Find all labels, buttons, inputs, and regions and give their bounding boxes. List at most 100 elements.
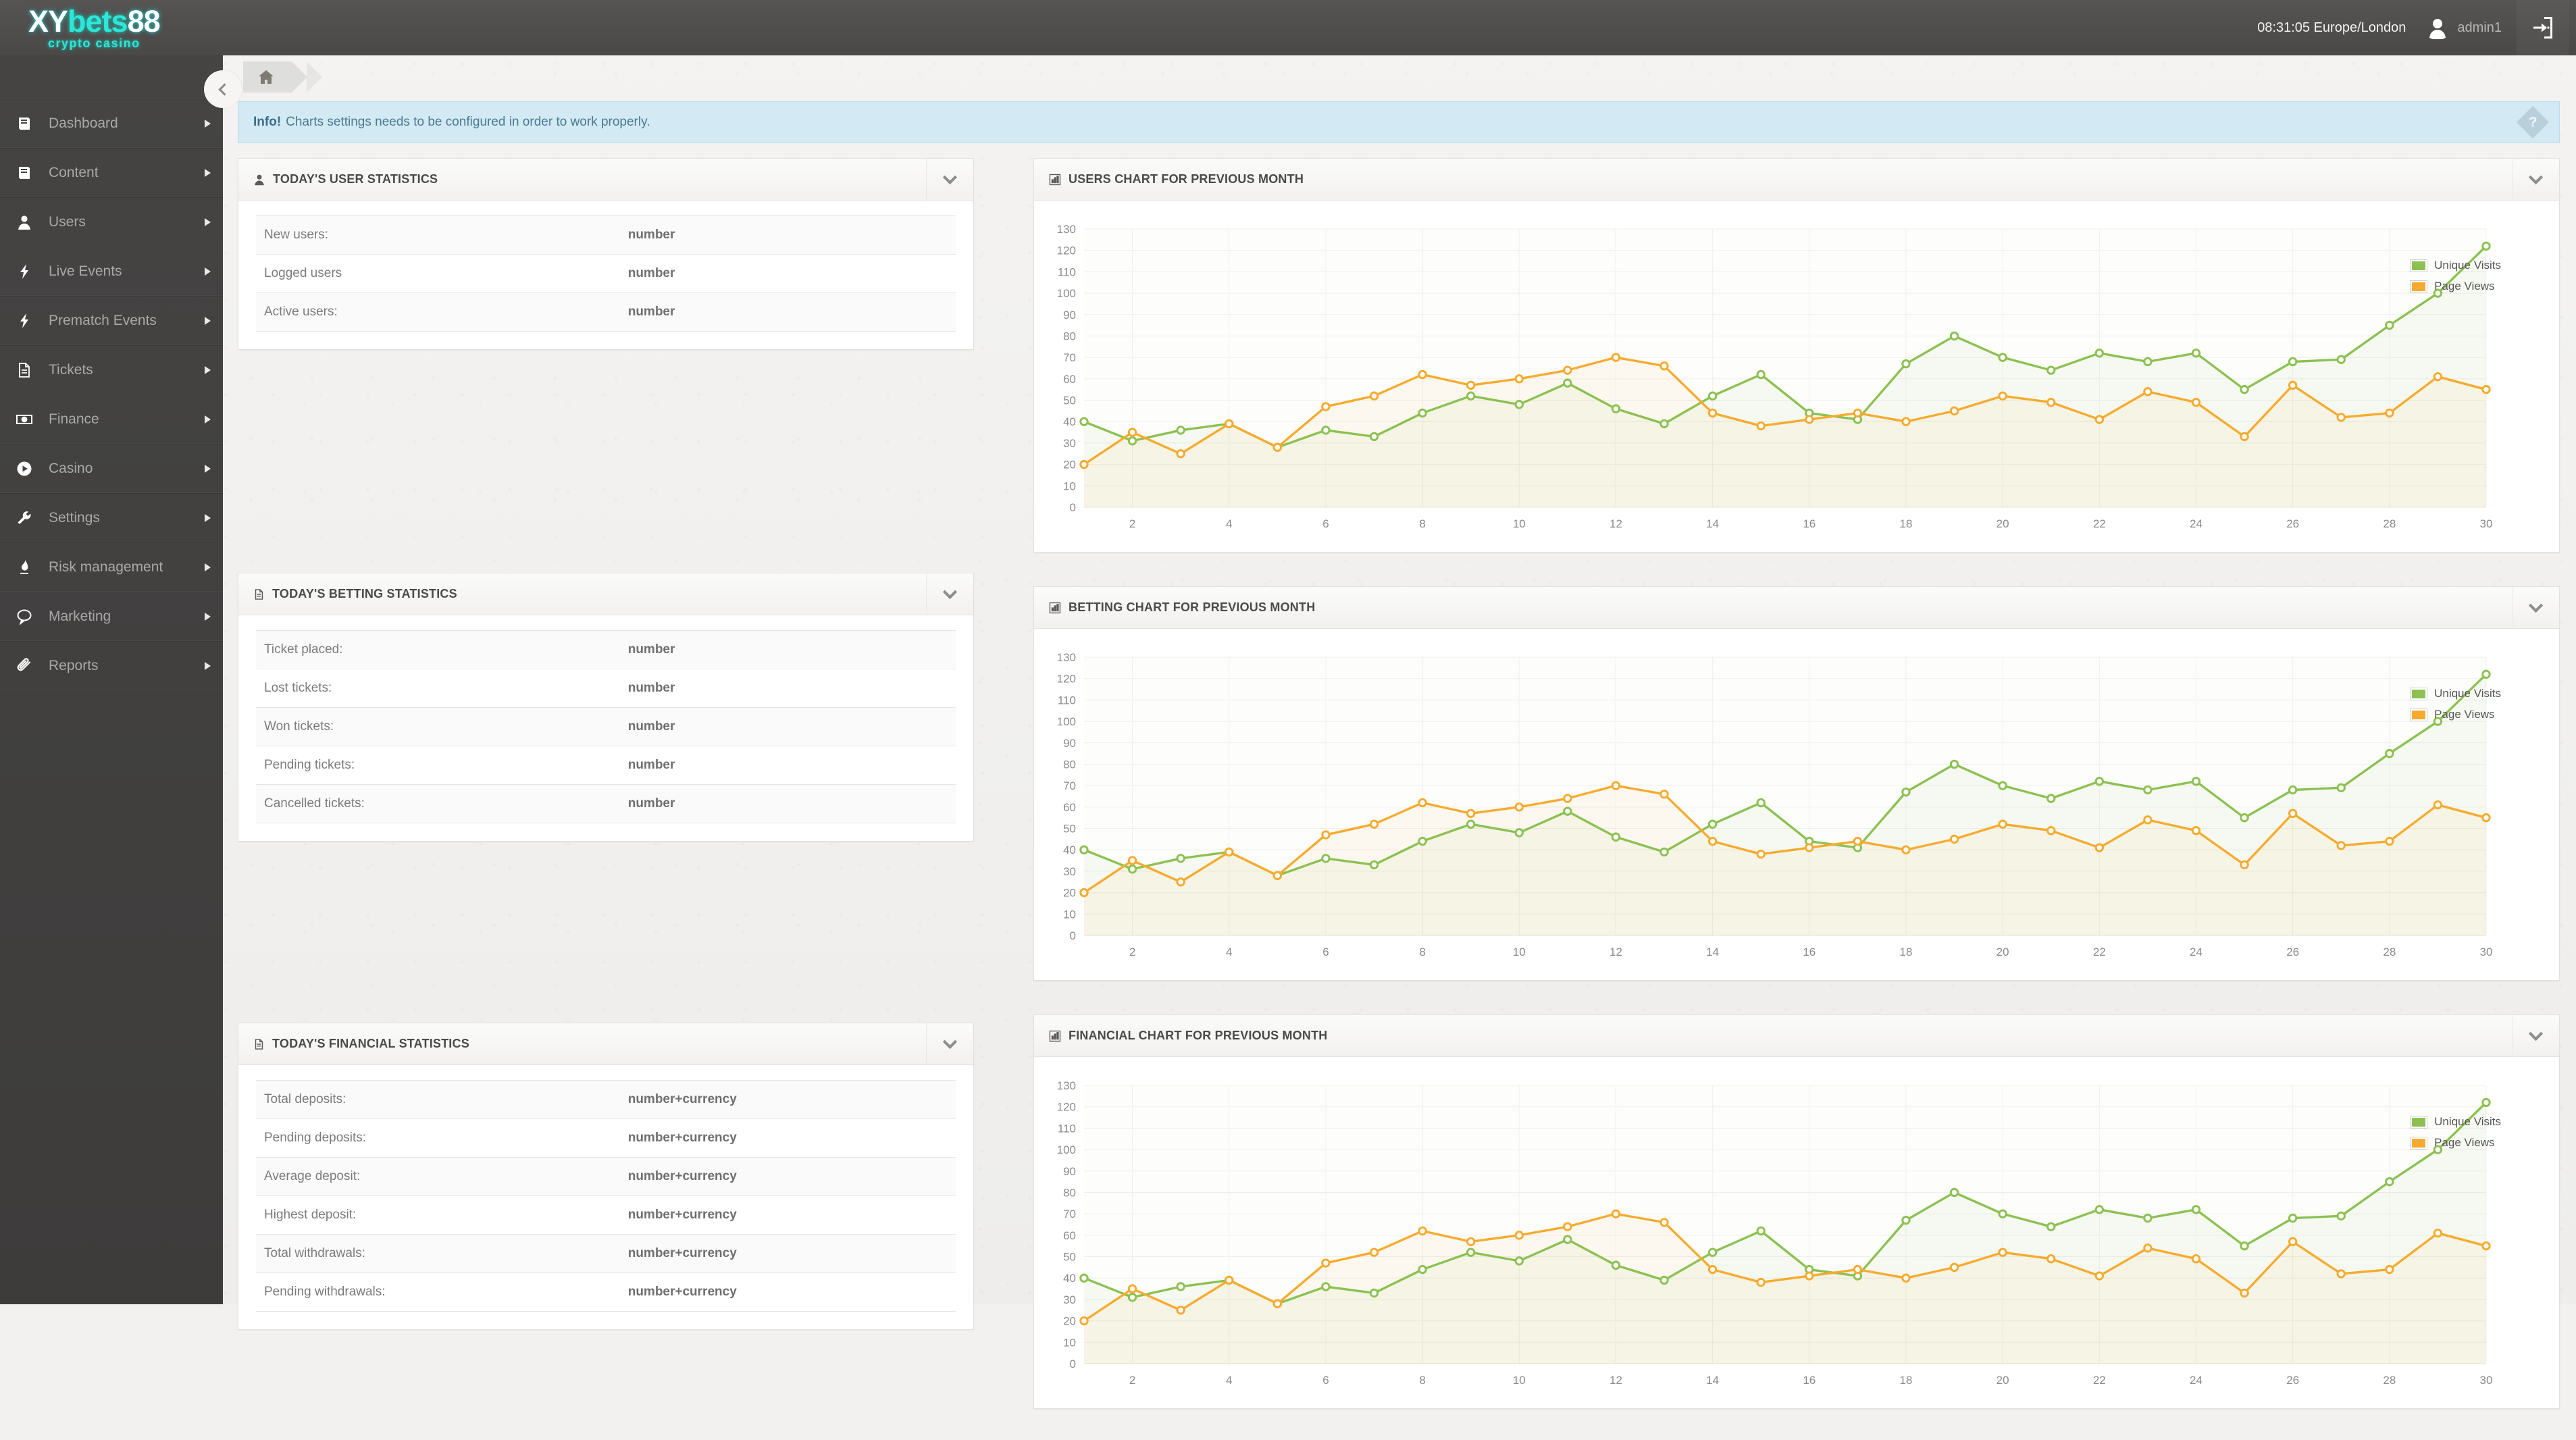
sidebar-item-risk-management[interactable]: Risk management [0, 542, 223, 592]
svg-text:4: 4 [1226, 1374, 1232, 1387]
legend-item[interactable]: Unique Visits [2410, 259, 2501, 272]
file-icon [253, 1038, 265, 1050]
chart-legend: Unique Visits Page Views [2410, 259, 2501, 301]
bar-chart-icon [1049, 174, 1061, 186]
legend-swatch-page-views [2410, 709, 2427, 721]
table-row: Total deposits: number+currency [256, 1081, 956, 1119]
stat-value: number+currency [620, 1273, 956, 1312]
sidebar-item-prematch-events[interactable]: Prematch Events [0, 296, 223, 345]
svg-text:14: 14 [1706, 946, 1719, 958]
sidebar-item-tickets[interactable]: Tickets [0, 345, 223, 394]
svg-text:90: 90 [1063, 1165, 1076, 1178]
stat-value: number+currency [620, 1119, 956, 1158]
svg-text:20: 20 [1063, 459, 1076, 471]
sidebar-item-label: Reports [49, 658, 192, 674]
panel-title: TODAY's FINANCIAL STATISTICS [272, 1037, 469, 1051]
table-row: Logged users number [256, 255, 956, 293]
panel-collapse-toggle[interactable] [2512, 159, 2559, 201]
svg-text:2: 2 [1129, 517, 1135, 530]
svg-text:20: 20 [1063, 887, 1076, 900]
svg-text:60: 60 [1063, 373, 1076, 386]
stat-value: number [620, 216, 956, 255]
stat-key: Average deposit: [256, 1158, 620, 1196]
sidebar-item-label: Risk management [49, 559, 192, 575]
panel-financial-chart: FINANCIAL CHART FOR PREVIOUS MONTH 01020… [1033, 1014, 2560, 1409]
panel-title: TODAY's USER STATISTICS [273, 172, 438, 186]
svg-text:10: 10 [1063, 1336, 1076, 1349]
user-menu[interactable]: admin1 [2419, 0, 2517, 55]
financial-statistics-table: Total deposits: number+currency Pending … [256, 1080, 956, 1312]
brand-logo[interactable]: XYbets88 crypto casino [0, 0, 223, 55]
svg-text:130: 130 [1057, 651, 1076, 664]
panel-collapse-toggle[interactable] [926, 1023, 973, 1065]
breadcrumb [223, 55, 2576, 99]
breadcrumb-home[interactable] [243, 61, 292, 93]
chart-legend: Unique Visits Page Views [2410, 1115, 2501, 1157]
stat-value: number [620, 708, 956, 746]
legend-item[interactable]: Page Views [2410, 280, 2501, 293]
panel-collapse-toggle[interactable] [926, 573, 973, 615]
svg-text:30: 30 [2480, 517, 2493, 530]
svg-text:24: 24 [2190, 517, 2203, 530]
chevron-right-icon [192, 613, 223, 621]
sidebar-item-reports[interactable]: Reports [0, 641, 223, 690]
sidebar-item-label: Finance [49, 411, 192, 428]
sidebar-item-marketing[interactable]: Marketing [0, 592, 223, 641]
chevron-left-icon [218, 83, 230, 95]
user-icon [253, 174, 265, 186]
svg-text:120: 120 [1057, 673, 1076, 686]
panel-collapse-toggle[interactable] [2512, 1015, 2559, 1057]
svg-text:12: 12 [1609, 517, 1622, 530]
stat-value: number [620, 746, 956, 785]
svg-text:80: 80 [1063, 758, 1076, 771]
svg-text:80: 80 [1063, 1186, 1076, 1199]
table-row: Pending tickets: number [256, 746, 956, 785]
svg-text:0: 0 [1070, 501, 1076, 514]
sidebar-item-settings[interactable]: Settings [0, 493, 223, 542]
panel-title: FINANCIAL CHART FOR PREVIOUS MONTH [1068, 1029, 1327, 1043]
table-row: Won tickets: number [256, 708, 956, 746]
panel-collapse-toggle[interactable] [2512, 587, 2559, 629]
table-row: Highest deposit: number+currency [256, 1196, 956, 1235]
logout-button[interactable] [2517, 0, 2569, 55]
question-diamond-icon[interactable]: ? [2517, 106, 2549, 138]
svg-text:26: 26 [2286, 946, 2299, 958]
sidebar-item-casino[interactable]: Casino [0, 444, 223, 493]
legend-item[interactable]: Page Views [2410, 1136, 2501, 1150]
svg-text:10: 10 [1513, 946, 1526, 958]
sidebar-item-content[interactable]: Content [0, 148, 223, 197]
sidebar: Dashboard Content Users Live Events Prem… [0, 55, 223, 1304]
sidebar-collapse-button[interactable] [204, 70, 242, 108]
table-row: Pending withdrawals: number+currency [256, 1273, 956, 1312]
svg-text:2: 2 [1129, 1374, 1135, 1387]
svg-text:0: 0 [1070, 929, 1076, 942]
sidebar-item-dashboard[interactable]: Dashboard [0, 99, 223, 148]
stat-value: number [620, 293, 956, 332]
svg-text:0: 0 [1070, 1358, 1076, 1370]
svg-text:8: 8 [1419, 517, 1425, 530]
chevron-right-icon [192, 366, 223, 374]
sidebar-item-users[interactable]: Users [0, 197, 223, 247]
right-column: USERS CHART FOR PREVIOUS MONTH 010203040… [1033, 158, 2560, 1440]
panel-collapse-toggle[interactable] [926, 159, 973, 201]
legend-item[interactable]: Unique Visits [2410, 687, 2501, 700]
svg-text:16: 16 [1803, 517, 1815, 530]
stat-value: number [620, 785, 956, 823]
chevron-down-icon [2529, 170, 2543, 184]
sidebar-item-finance[interactable]: Finance [0, 394, 223, 444]
svg-text:10: 10 [1063, 908, 1076, 921]
alert-strong-label: Info! [253, 115, 281, 130]
panel-today-user-statistics: TODAY's USER STATISTICS New users: numbe… [238, 158, 974, 350]
legend-item[interactable]: Page Views [2410, 708, 2501, 721]
svg-text:40: 40 [1063, 1272, 1076, 1285]
chart-svg: 0102030405060708090100110120130246810121… [1041, 648, 2527, 965]
sidebar-top-spacer [0, 55, 223, 99]
sidebar-item-live-events[interactable]: Live Events [0, 247, 223, 296]
stat-key: Total withdrawals: [256, 1235, 620, 1273]
bolt-icon [0, 313, 49, 329]
stat-key: Pending deposits: [256, 1119, 620, 1158]
legend-item[interactable]: Unique Visits [2410, 1115, 2501, 1129]
svg-text:30: 30 [2480, 946, 2493, 958]
table-row: Active users: number [256, 293, 956, 332]
logo-text-xy: XY [28, 4, 68, 38]
